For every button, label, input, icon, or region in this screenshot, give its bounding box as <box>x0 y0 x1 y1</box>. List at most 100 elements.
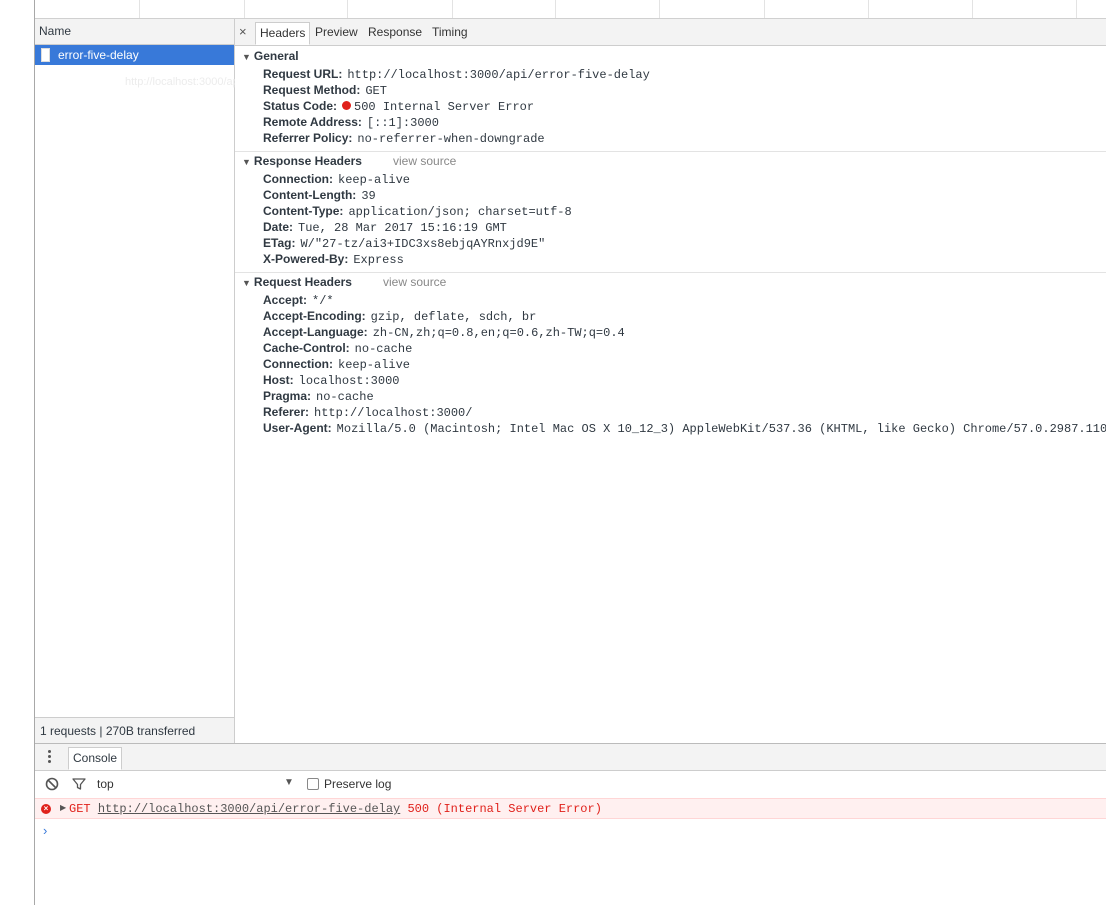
header-key: Connection: <box>263 172 333 186</box>
header-key: Cache-Control: <box>263 341 350 355</box>
triangle-down-icon: ▼ <box>242 278 251 288</box>
console-prompt-icon[interactable]: › <box>43 823 47 838</box>
timeline-tick <box>972 0 973 18</box>
timeline-tick <box>764 0 765 18</box>
console-drawer: Console top ▼ Preserve log × ▶ GET http:… <box>35 743 1106 906</box>
header-row: Remote Address: [::1]:3000 <box>263 114 439 131</box>
tab-preview[interactable]: Preview <box>311 22 362 45</box>
tab-response[interactable]: Response <box>364 22 426 45</box>
header-row: User-Agent: Mozilla/5.0 (Macintosh; Intel… <box>263 420 1106 437</box>
header-key: Content-Length: <box>263 188 357 202</box>
header-row: Connection: keep-alive <box>263 171 410 188</box>
header-row: ETag: W/"27-tz/ai3+IDC3xs8ebjqAYRnxjd9E" <box>263 235 545 252</box>
timeline-tick <box>244 0 245 18</box>
header-value: no-referrer-when-downgrade <box>357 132 545 146</box>
console-error-message[interactable]: × ▶ GET http://localhost:3000/api/error-… <box>35 798 1106 819</box>
header-value: http://localhost:3000/ <box>314 406 473 420</box>
header-key: Host: <box>263 373 294 387</box>
header-row: Referrer Policy: no-referrer-when-downgra… <box>263 130 545 147</box>
header-key: User-Agent: <box>263 421 332 435</box>
header-row: Request Method: GET <box>263 82 387 99</box>
header-key: Connection: <box>263 357 333 371</box>
triangle-down-icon: ▼ <box>242 52 251 62</box>
header-key: Accept-Language: <box>263 325 368 339</box>
header-key: Pragma: <box>263 389 312 403</box>
header-key: Request URL: <box>263 67 343 81</box>
header-value: http://localhost:3000/api/error-five-del… <box>347 68 650 82</box>
error-status: 500 (Internal Server Error) <box>407 802 602 816</box>
preserve-log-label[interactable]: Preserve log <box>324 777 391 791</box>
section-divider <box>235 272 1106 273</box>
header-value: Express <box>353 253 404 267</box>
header-key: Referer: <box>263 405 310 419</box>
header-row: Accept-Language: zh-CN,zh;q=0.8,en;q=0.6,… <box>263 324 625 341</box>
more-vertical-icon[interactable] <box>48 748 52 764</box>
request-headers-title: Request Headers <box>253 275 352 289</box>
header-key: Status Code: <box>263 99 338 113</box>
error-method: GET <box>69 802 91 816</box>
header-key: Accept-Encoding: <box>263 309 366 323</box>
timeline-tick <box>139 0 140 18</box>
tab-console[interactable]: Console <box>68 747 123 770</box>
filter-icon[interactable] <box>72 777 86 791</box>
header-value: keep-alive <box>338 173 411 187</box>
view-source-link[interactable]: view source <box>393 154 456 168</box>
details-tabbar: × Headers Preview Response Timing <box>235 19 1106 46</box>
header-value: no-cache <box>316 390 374 404</box>
header-value: W/"27-tz/ai3+IDC3xs8ebjqAYRnxjd9E" <box>300 237 546 251</box>
view-source-link[interactable]: view source <box>383 275 446 289</box>
header-row: Host: localhost:3000 <box>263 372 400 389</box>
header-key: Referrer Policy: <box>263 131 353 145</box>
header-row: Accept-Encoding: gzip, deflate, sdch, br <box>263 308 536 325</box>
error-url-link[interactable]: http://localhost:3000/api/error-five-del… <box>98 802 400 816</box>
header-row: Connection: keep-alive <box>263 356 410 373</box>
header-key: Remote Address: <box>263 115 362 129</box>
triangle-down-icon: ▼ <box>242 157 251 167</box>
request-row-selected[interactable]: error-five-delay <box>35 45 234 65</box>
header-key: ETag: <box>263 236 296 250</box>
header-value: gzip, deflate, sdch, br <box>370 310 537 324</box>
expand-triangle-icon[interactable]: ▶ <box>60 803 66 812</box>
console-toolbar: top ▼ Preserve log <box>35 771 1106 799</box>
timeline-tick <box>555 0 556 18</box>
response-headers-title: Response Headers <box>253 154 362 168</box>
header-value: */* <box>312 294 334 308</box>
error-text: GET http://localhost:3000/api/error-five… <box>69 802 602 816</box>
dropdown-arrow-icon[interactable]: ▼ <box>284 777 294 788</box>
context-selector[interactable]: top <box>97 777 114 791</box>
request-headers-section-toggle[interactable]: ▼ Request Headers <box>242 275 352 289</box>
request-name: error-five-delay <box>58 48 139 62</box>
header-row: Date: Tue, 28 Mar 2017 15:16:19 GMT <box>263 219 507 236</box>
close-icon[interactable]: × <box>239 24 247 39</box>
clear-console-icon[interactable] <box>45 777 59 791</box>
header-value: 500 Internal Server Error <box>354 100 535 114</box>
general-section-toggle[interactable]: ▼ General <box>242 49 299 63</box>
header-key: X-Powered-By: <box>263 252 349 266</box>
header-value: no-cache <box>354 342 413 356</box>
tab-timing[interactable]: Timing <box>428 22 472 45</box>
name-column-header[interactable]: Name <box>35 19 234 45</box>
request-details-panel: × Headers Preview Response Timing ▼ Gener… <box>235 19 1106 743</box>
timeline-tick <box>868 0 869 18</box>
timeline-tick <box>452 0 453 18</box>
drawer-tabbar: Console <box>35 744 1106 771</box>
timeline-tick <box>659 0 660 18</box>
header-row: Status Code: 500 Internal Server Error <box>263 98 534 115</box>
header-key: Accept: <box>263 293 308 307</box>
response-headers-section-toggle[interactable]: ▼ Response Headers <box>242 154 362 168</box>
header-value: Tue, 28 Mar 2017 15:16:19 GMT <box>298 221 507 235</box>
header-row: Content-Type: application/json; charset=u… <box>263 203 572 220</box>
preserve-log-checkbox[interactable] <box>307 778 319 790</box>
error-icon: × <box>41 804 51 814</box>
header-row: X-Powered-By: Express <box>263 251 404 268</box>
tab-headers[interactable]: Headers <box>255 22 311 45</box>
header-row: Cache-Control: no-cache <box>263 340 412 357</box>
header-row: Accept: */* <box>263 292 334 309</box>
request-list-panel: Name error-five-delay http://localhost:3… <box>35 19 244 743</box>
header-value: 39 <box>361 189 376 203</box>
timeline-tick <box>1076 0 1077 18</box>
header-value: application/json; charset=utf-8 <box>348 205 572 219</box>
header-value: GET <box>365 84 387 98</box>
timeline-header-strip <box>34 0 1106 19</box>
header-key: Request Method: <box>263 83 361 97</box>
